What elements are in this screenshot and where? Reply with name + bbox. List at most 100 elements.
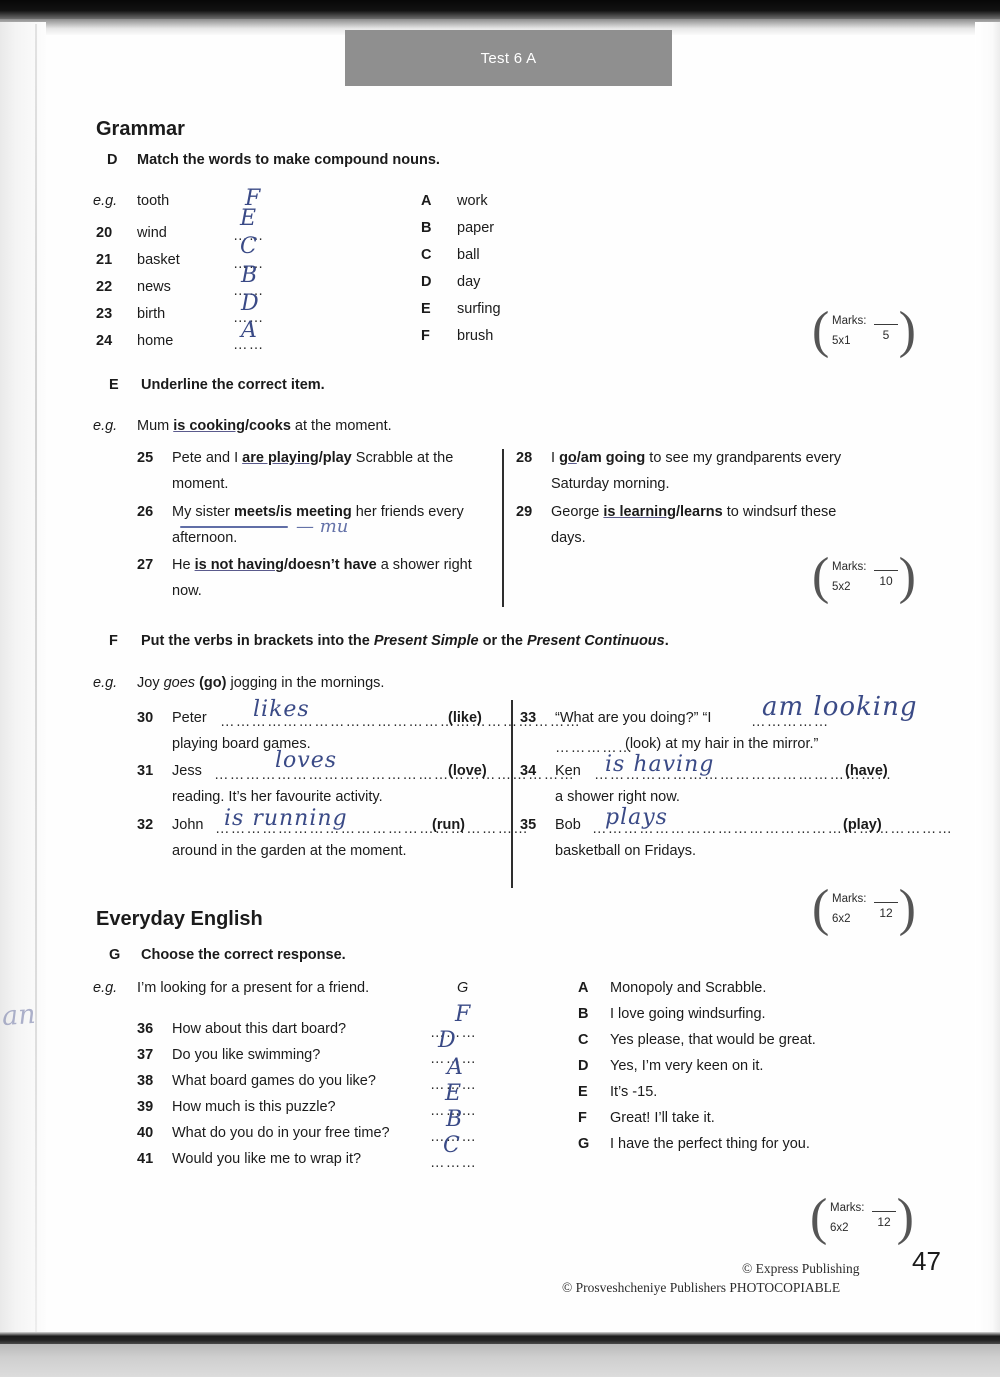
pen-scribble-26: — mu bbox=[296, 516, 349, 537]
exercise-e-item-line2: now. bbox=[172, 583, 202, 599]
book-gutter-shadow bbox=[0, 22, 46, 1334]
marks-total: 12 bbox=[879, 906, 893, 920]
exercise-e-item-num: 26 bbox=[137, 504, 154, 520]
exercise-g-option-letter: C bbox=[578, 1032, 589, 1048]
exercise-f-item-tail: basketball on Fridays. bbox=[555, 843, 697, 859]
exercise-g-option-letter: E bbox=[578, 1084, 588, 1100]
scan-bottom-shadow bbox=[0, 1332, 1000, 1344]
exercise-e-eg-line: Mum is cooking/cooks at the moment. bbox=[137, 418, 392, 434]
copyright-line-2: © Prosveshcheniye Publishers PHOTOCOPIAB… bbox=[562, 1280, 841, 1295]
exercise-f-item-num: 30 bbox=[137, 710, 154, 726]
exercise-g-option-letter: A bbox=[578, 980, 589, 996]
exercise-d-item-num: 24 bbox=[96, 333, 113, 349]
marks-total: 5 bbox=[882, 328, 890, 342]
exercise-d-item-word: wind bbox=[137, 225, 167, 241]
exercise-g-item-num: 38 bbox=[137, 1073, 154, 1089]
exercise-f-verb-31: (love) bbox=[448, 763, 487, 779]
exercise-g-answer-41: C bbox=[443, 1133, 460, 1158]
exercise-g-item-question: What board games do you like? bbox=[172, 1073, 376, 1089]
exercise-d-option-text: work bbox=[457, 193, 488, 209]
marks-divider-bar bbox=[874, 902, 898, 904]
exercise-g-item-question: Do you like swimming? bbox=[172, 1047, 321, 1063]
exercise-d-option-text: day bbox=[457, 274, 481, 290]
exercise-e-item-line2: afternoon. bbox=[172, 530, 238, 546]
exercise-g-item-num: 41 bbox=[137, 1151, 154, 1167]
exercise-g-option-text: It’s -15. bbox=[610, 1084, 658, 1100]
exercise-d-item-word: birth bbox=[137, 306, 166, 322]
exercise-e-letter: E bbox=[109, 377, 119, 393]
marks-divider-bar bbox=[874, 570, 898, 572]
marks-label: Marks: bbox=[832, 315, 867, 327]
exercise-d-item-num: 21 bbox=[96, 252, 113, 268]
exercise-e-item-num: 29 bbox=[516, 504, 533, 520]
exercise-d-answer-23: D bbox=[241, 291, 259, 316]
marks-paren-left: ( bbox=[812, 880, 830, 937]
exercise-d-option-text: ball bbox=[457, 247, 480, 263]
marks-paren-right: ) bbox=[898, 548, 916, 605]
exercise-g-item-question: How much is this puzzle? bbox=[172, 1099, 336, 1115]
exercise-g-option-text: Great! I’ll take it. bbox=[610, 1110, 715, 1126]
exercise-d-item-num: 22 bbox=[96, 279, 113, 295]
exercise-f-answer-30: likes bbox=[253, 697, 310, 722]
exercise-g-answer-38: A bbox=[447, 1055, 463, 1080]
exercise-f-verb-34: (have) bbox=[845, 763, 888, 779]
exercise-g-option-text: Monopoly and Scrabble. bbox=[610, 980, 767, 996]
exercise-g-option-letter: D bbox=[578, 1058, 589, 1074]
exercise-f-item-subject: “What are you doing?” “I bbox=[555, 710, 712, 726]
exercise-d-item-word: home bbox=[137, 333, 174, 349]
exercise-d-option-letter: E bbox=[421, 301, 431, 317]
exercise-f-item-num: 33 bbox=[520, 710, 537, 726]
exercise-g-option-letter: B bbox=[578, 1006, 589, 1022]
exercise-f-verb-32: (run) bbox=[432, 817, 466, 833]
marks-label: Marks: bbox=[832, 893, 867, 905]
pen-underline-26 bbox=[180, 526, 288, 528]
exercise-d-option-letter: C bbox=[421, 247, 432, 263]
column-divider-exercise-e bbox=[502, 449, 504, 607]
page-number: 47 bbox=[912, 1246, 941, 1276]
marks-multiplier: 6x2 bbox=[832, 913, 851, 925]
exercise-f-answer-35: plays bbox=[605, 805, 668, 830]
exercise-e-item-num: 25 bbox=[137, 450, 154, 466]
marks-divider-bar bbox=[874, 324, 898, 326]
section-title-everyday-english: Everyday English bbox=[96, 908, 263, 930]
exercise-g-option-text: Yes please, that would be great. bbox=[610, 1032, 816, 1048]
exercise-d-eg-word: tooth bbox=[137, 193, 170, 209]
scan-bottom-surface bbox=[0, 1344, 1000, 1377]
exercise-f-answer-33: am looking bbox=[762, 692, 918, 722]
exercise-f-item-subject: John bbox=[172, 817, 204, 833]
exercise-g-eg-answer: G bbox=[457, 980, 469, 996]
exercise-g-answer-40: B bbox=[446, 1107, 463, 1132]
worksheet-page: an Test 6 A Grammar D Match the words to… bbox=[0, 0, 1000, 1377]
exercise-f-verb-35: (play) bbox=[843, 817, 882, 833]
exercise-e-item-line1: Pete and I are playing/play Scrabble at … bbox=[172, 450, 454, 466]
marks-total: 10 bbox=[879, 574, 893, 588]
scan-top-shadow bbox=[0, 0, 1000, 19]
exercise-g-answer-36: F bbox=[455, 1002, 471, 1027]
exercise-f-item-num: 31 bbox=[137, 763, 154, 779]
exercise-f-answer-34: is having bbox=[605, 752, 715, 777]
marks-box-exercise-f: ( ) Marks: 6x2 12 bbox=[812, 883, 916, 939]
exercise-g-item-num: 36 bbox=[137, 1021, 154, 1037]
exercise-d-answer-20: E bbox=[240, 206, 257, 231]
exercise-d-option-text: surfing bbox=[457, 301, 501, 317]
exercise-g-option-text: I love going windsurfing. bbox=[610, 1006, 766, 1022]
exercise-f-item-subject: Peter bbox=[172, 710, 207, 726]
exercise-g-answer-39: E bbox=[445, 1081, 462, 1106]
exercise-g-item-num: 39 bbox=[137, 1099, 154, 1115]
exercise-f-item-subject: Bob bbox=[555, 817, 581, 833]
test-title-label: Test 6 A bbox=[480, 49, 537, 67]
exercise-g-eg-line: I’m looking for a present for a friend. bbox=[137, 980, 370, 996]
exercise-f-item-tail: reading. It’s her favourite activity. bbox=[172, 789, 383, 805]
exercise-d-item-word: basket bbox=[137, 252, 180, 268]
exercise-g-item-num: 37 bbox=[137, 1047, 154, 1063]
marks-paren-right: ) bbox=[898, 302, 916, 359]
exercise-g-item-num: 40 bbox=[137, 1125, 154, 1141]
exercise-g-instruction: Choose the correct response. bbox=[141, 947, 346, 963]
marks-box-exercise-g: ( ) Marks: 6x2 12 bbox=[810, 1192, 914, 1248]
exercise-g-option-letter: F bbox=[578, 1110, 587, 1126]
marks-label: Marks: bbox=[830, 1202, 865, 1214]
exercise-d-item-word: news bbox=[137, 279, 171, 295]
exercise-d-eg-label: e.g. bbox=[93, 193, 118, 209]
exercise-e-item-num: 27 bbox=[137, 557, 154, 573]
exercise-e-item-num: 28 bbox=[516, 450, 533, 466]
